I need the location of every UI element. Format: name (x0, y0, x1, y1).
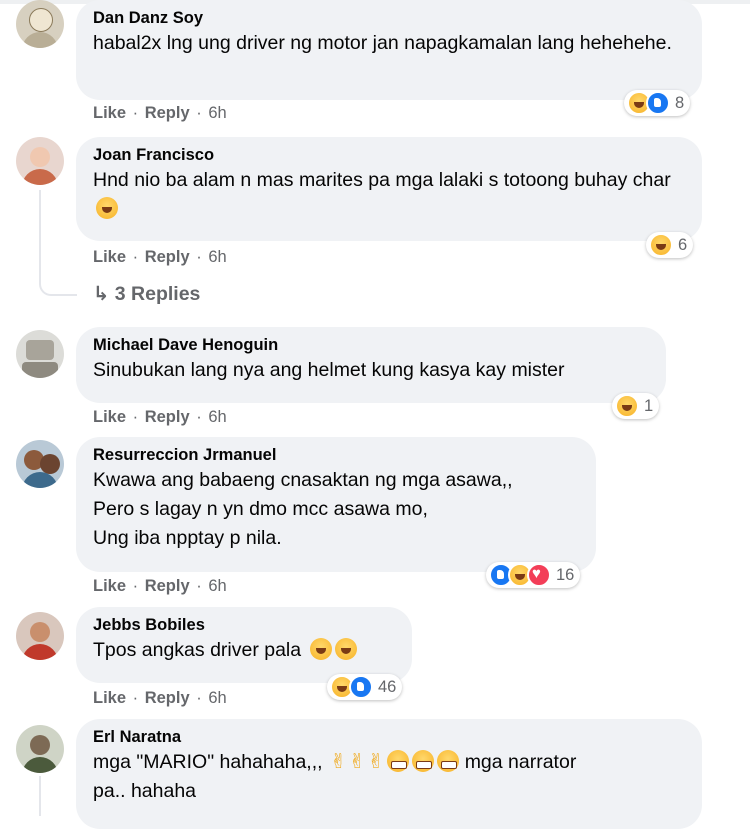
victory-hand-icon: ✌ (348, 751, 366, 773)
haha-emoji-icon (334, 638, 357, 660)
comment-bubble: Resurreccion Jrmanuel Kwawa ang babaeng … (76, 437, 596, 572)
comment-text-continued: mga narrator (464, 751, 577, 773)
reply-arrow-icon: ↳ (93, 283, 110, 305)
reaction-summary[interactable]: 8 (624, 90, 691, 116)
comment-bubble: Dan Danz Soy habal2x lng ung driver ng m… (76, 0, 702, 100)
avatar[interactable] (16, 137, 64, 185)
comment-bubble: Jebbs Bobiles Tpos angkas driver pala (76, 607, 412, 683)
comment-bubble: Michael Dave Henoguin Sinubukan lang nya… (76, 327, 666, 403)
commenter-name[interactable]: Dan Danz Soy (93, 8, 684, 29)
timestamp[interactable]: 6h (208, 408, 226, 426)
comment-actions: Like · Reply · 6h (93, 689, 227, 707)
victory-hand-icon: ✌ (367, 751, 385, 773)
like-link[interactable]: Like (93, 248, 126, 266)
avatar[interactable] (16, 725, 64, 773)
commenter-name[interactable]: Joan Francisco (93, 145, 684, 166)
reaction-count: 1 (644, 396, 654, 415)
reaction-summary[interactable]: 46 (327, 674, 403, 700)
reply-link[interactable]: Reply (145, 689, 190, 707)
comment-bubble: Joan Francisco Hnd nio ba alam n mas mar… (76, 137, 702, 241)
timestamp[interactable]: 6h (208, 689, 226, 707)
commenter-name[interactable]: Erl Naratna (93, 727, 684, 748)
reply-link[interactable]: Reply (145, 577, 190, 595)
comment-text: Kwawa ang babaeng cnasaktan ng mga asawa… (93, 469, 513, 549)
reaction-count: 8 (675, 93, 685, 112)
comment-text: habal2x lng ung driver ng motor jan napa… (93, 32, 672, 54)
avatar[interactable] (16, 0, 64, 48)
avatar[interactable] (16, 330, 64, 378)
thread-connector (39, 190, 77, 296)
reaction-summary[interactable]: 16 (486, 562, 581, 588)
reaction-summary[interactable]: 6 (646, 232, 694, 258)
reply-link[interactable]: Reply (145, 248, 190, 266)
comment-text: Sinubukan lang nya ang helmet kung kasya… (93, 359, 565, 381)
like-link[interactable]: Like (93, 689, 126, 707)
commenter-name[interactable]: Jebbs Bobiles (93, 615, 394, 636)
timestamp[interactable]: 6h (208, 577, 226, 595)
comment-text: mga "MARIO" hahahaha,,, (93, 751, 323, 773)
comment-actions: Like · Reply · 6h (93, 104, 227, 122)
reply-link[interactable]: Reply (145, 408, 190, 426)
haha-emoji-icon (96, 197, 118, 219)
commenter-name[interactable]: Resurreccion Jrmanuel (93, 445, 578, 466)
haha-icon (615, 394, 639, 418)
haha-icon (649, 233, 673, 257)
comment-text-line2: pa.. hahaha (93, 780, 197, 802)
timestamp[interactable]: 6h (208, 248, 226, 266)
like-link[interactable]: Like (93, 577, 126, 595)
comment-text: Tpos angkas driver pala (93, 639, 302, 661)
reaction-summary[interactable]: 1 (612, 393, 660, 419)
reply-link[interactable]: Reply (145, 104, 190, 122)
victory-hand-icon: ✌ (329, 751, 347, 773)
like-icon (646, 91, 670, 115)
like-link[interactable]: Like (93, 104, 126, 122)
comment-bubble: Erl Naratna mga "MARIO" hahahaha,,, ✌ ✌ ✌ … (76, 719, 702, 829)
reaction-count: 16 (556, 565, 575, 584)
timestamp[interactable]: 6h (208, 104, 226, 122)
haha-emoji-icon (309, 638, 332, 660)
commenter-name[interactable]: Michael Dave Henoguin (93, 335, 648, 356)
comment-actions: Like · Reply · 6h (93, 577, 227, 595)
grin-emoji-icon (412, 750, 435, 772)
like-icon (349, 675, 373, 699)
comment-text: Hnd nio ba alam n mas marites pa mga lal… (93, 169, 671, 191)
comment-actions: Like · Reply · 6h (93, 408, 227, 426)
grin-emoji-icon (387, 750, 410, 772)
grin-emoji-icon (437, 750, 460, 772)
like-link[interactable]: Like (93, 408, 126, 426)
replies-label: 3 Replies (114, 283, 201, 305)
avatar[interactable] (16, 440, 64, 488)
avatar[interactable] (16, 612, 64, 660)
comment-actions: Like · Reply · 6h (93, 248, 227, 266)
view-replies-link[interactable]: ↳ 3 Replies (93, 282, 200, 306)
love-icon (527, 563, 551, 587)
reaction-count: 46 (378, 677, 397, 696)
thread-connector (39, 776, 41, 816)
reaction-count: 6 (678, 235, 688, 254)
